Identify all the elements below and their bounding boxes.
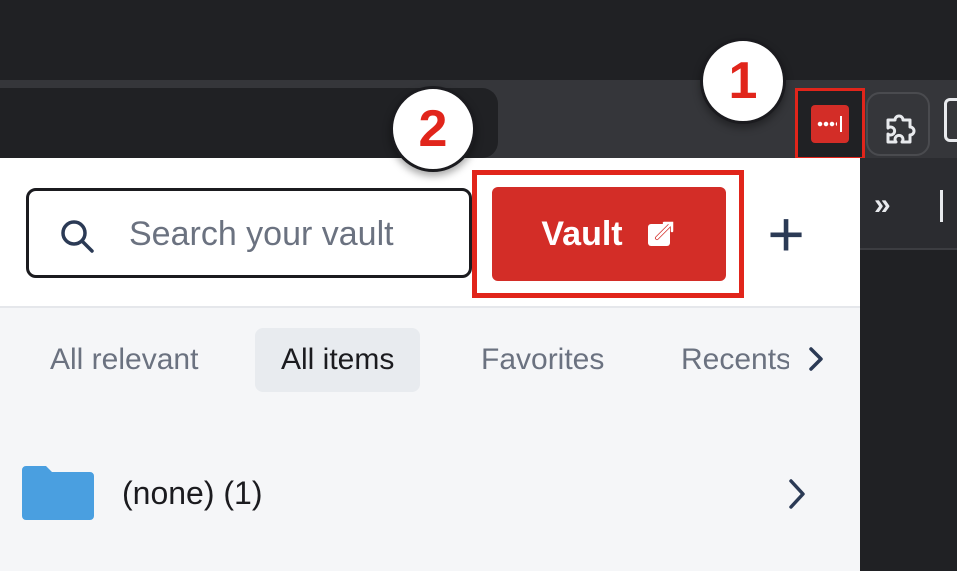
extensions-button[interactable] [866, 92, 930, 156]
folder-row[interactable]: (none) (1) [0, 448, 860, 538]
add-item-button[interactable]: + [758, 202, 814, 266]
folder-label: (none) (1) [122, 475, 263, 511]
chevron-right-icon[interactable] [786, 476, 808, 512]
tab-all-items[interactable]: All items [255, 328, 421, 392]
extensions-puzzle-icon [886, 114, 916, 144]
lastpass-extension-button[interactable] [795, 88, 865, 160]
step-badge-1: 1 [700, 38, 786, 124]
popup-header: Vault + [0, 158, 860, 308]
step-badge-2: 2 [390, 86, 476, 172]
search-input[interactable] [129, 211, 449, 257]
tab-all-relevant[interactable]: All relevant [50, 328, 198, 392]
side-panel-icon[interactable] [944, 98, 957, 142]
lastpass-icon [811, 105, 849, 143]
browser-title-strip [0, 0, 957, 80]
search-icon [61, 220, 94, 253]
overflow-chevron-icon[interactable]: » [874, 190, 891, 220]
tabs-next-chevron-icon[interactable] [804, 344, 828, 374]
vault-highlight-box [472, 170, 744, 298]
folder-icon [22, 466, 94, 520]
lastpass-popup: Vault + All relevant All items Favorites… [0, 158, 860, 571]
toolbar-divider [940, 190, 943, 222]
tab-recents[interactable]: Recents [681, 328, 789, 392]
tab-favorites[interactable]: Favorites [481, 328, 604, 392]
search-box[interactable] [26, 188, 472, 278]
